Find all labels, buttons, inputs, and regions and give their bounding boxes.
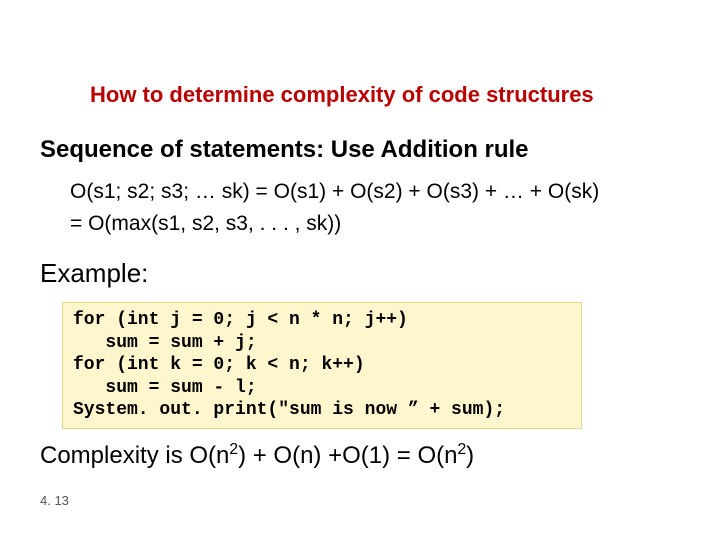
complexity-text-3: ) xyxy=(466,442,474,469)
page-number: 4. 13 xyxy=(40,493,69,508)
complexity-text-1: Complexity is O(n xyxy=(40,442,229,469)
slide: How to determine complexity of code stru… xyxy=(0,0,720,540)
formula-line-1: O(s1; s2; s3; … sk) = O(s1) + O(s2) + O(… xyxy=(70,178,680,206)
slide-title: How to determine complexity of code stru… xyxy=(90,82,680,108)
example-label: Example: xyxy=(40,258,148,289)
complexity-text-2: ) + O(n) +O(1) = O(n xyxy=(238,442,457,469)
complexity-sup-1: 2 xyxy=(229,441,238,458)
complexity-result: Complexity is O(n2) + O(n) +O(1) = O(n2) xyxy=(40,442,680,470)
code-text: for (int j = 0; j < n * n; j++) sum = su… xyxy=(73,309,571,422)
section-heading: Sequence of statements: Use Addition rul… xyxy=(40,136,680,164)
code-block: for (int j = 0; j < n * n; j++) sum = su… xyxy=(62,302,582,429)
formula-line-2: = O(max(s1, s2, s3, . . . , sk)) xyxy=(70,210,680,238)
complexity-sup-2: 2 xyxy=(457,441,466,458)
